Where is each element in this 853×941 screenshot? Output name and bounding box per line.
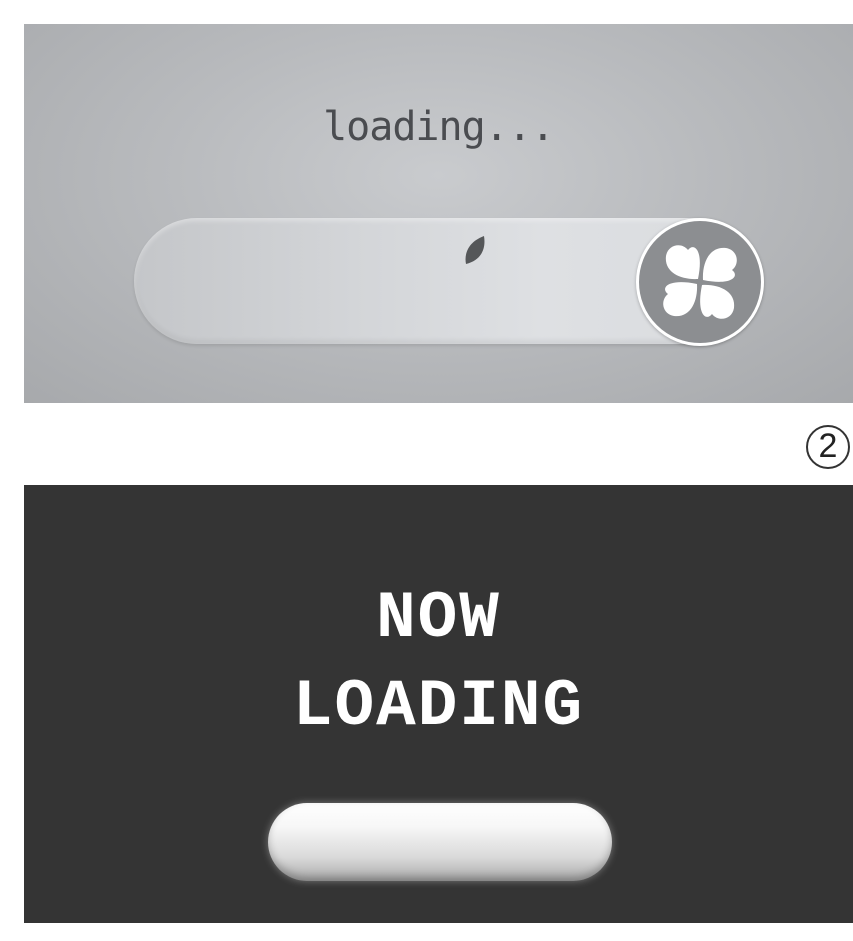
title-line-loading: LOADING [292,669,585,744]
four-leaf-clover-icon[interactable] [636,218,764,346]
loading-label: loading... [323,104,555,150]
step-number-badge: 2 [806,425,850,469]
now-loading-title: NOW LOADING [24,575,853,751]
dark-loading-screen: NOW LOADING [24,485,853,923]
loading-progress-bar [268,803,612,881]
page: loading... 2 NOW LOADING [0,0,853,941]
title-line-now: NOW [376,581,501,656]
grey-loading-screen: loading... [24,24,853,403]
leaf-icon [465,236,485,264]
